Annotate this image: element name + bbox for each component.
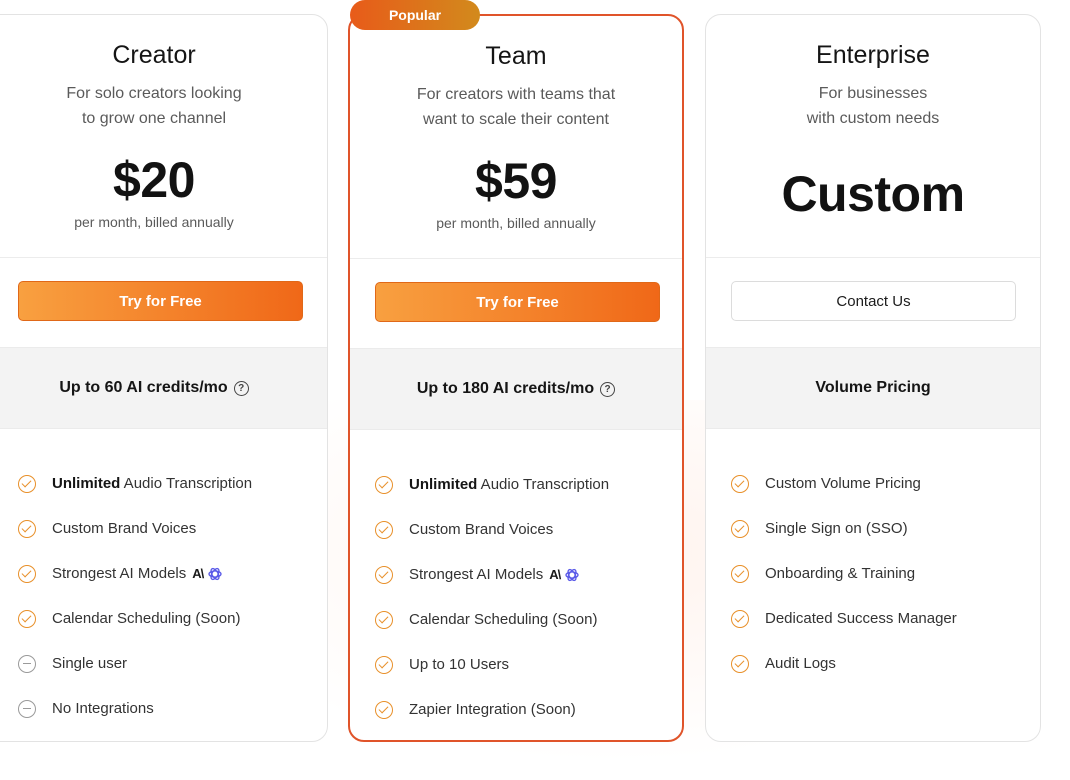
check-circle-icon xyxy=(375,610,393,629)
plan-card-team: Popular Team For creators with teams tha… xyxy=(348,0,684,742)
plan-name: Team xyxy=(485,42,547,70)
plan-description-line: to grow one channel xyxy=(81,110,227,127)
feature-bold: Unlimited xyxy=(52,475,121,492)
feature-item: Single user xyxy=(0,641,327,686)
feature-item: Zapier Integration (Soon) xyxy=(350,687,682,732)
divider xyxy=(0,257,327,258)
minus-circle-icon xyxy=(18,654,36,673)
feature-item: Strongest AI Models A\ xyxy=(0,551,327,596)
feature-item: Single Sign on (SSO) xyxy=(706,506,1040,551)
feature-text: Custom Brand Voices xyxy=(409,521,554,538)
check-circle-icon xyxy=(731,654,749,673)
check-circle-icon xyxy=(731,609,749,628)
feature-item: Up to 10 Users xyxy=(350,642,682,687)
credits-label: Up to 60 AI credits/mo xyxy=(59,379,228,396)
check-circle-icon xyxy=(375,520,393,539)
feature-text: Calendar Scheduling (Soon) xyxy=(52,610,241,627)
credits-label: Up to 180 AI credits/mo xyxy=(416,380,595,397)
divider xyxy=(706,257,1040,258)
openai-logo-icon xyxy=(208,567,222,580)
credits-banner: Up to 60 AI credits/mo ? xyxy=(0,347,327,429)
price-note: per month, billed annually xyxy=(436,215,596,231)
plan-description: For creators with teams that want to sca… xyxy=(380,82,652,132)
plan-description: For businesses with custom needs xyxy=(736,81,1010,131)
plan-description-line: with custom needs xyxy=(806,110,940,127)
model-icons: A\ xyxy=(549,567,580,583)
feature-text: Zapier Integration (Soon) xyxy=(409,701,576,718)
credits-label: Volume Pricing xyxy=(815,379,931,396)
divider xyxy=(350,258,682,259)
feature-text: Strongest AI Models xyxy=(409,566,544,583)
try-for-free-button[interactable]: Try for Free xyxy=(18,281,303,321)
feature-text: Onboarding & Training xyxy=(765,565,916,582)
minus-circle-icon xyxy=(18,699,36,718)
feature-list: Custom Volume Pricing Single Sign on (SS… xyxy=(706,461,1040,686)
feature-text: Strongest AI Models xyxy=(52,565,187,582)
plan-name: Enterprise xyxy=(816,41,930,69)
feature-bold: Unlimited xyxy=(409,476,478,493)
question-circle-icon[interactable]: ? xyxy=(600,381,616,397)
feature-text: No Integrations xyxy=(52,700,154,717)
plan-card-creator: Creator For solo creators looking to gro… xyxy=(0,14,328,742)
feature-text: Custom Volume Pricing xyxy=(765,475,921,492)
try-for-free-button[interactable]: Try for Free xyxy=(375,282,660,322)
check-circle-icon xyxy=(18,564,36,583)
check-circle-icon xyxy=(731,564,749,583)
feature-item: Calendar Scheduling (Soon) xyxy=(350,597,682,642)
feature-text: Audio Transcription xyxy=(477,476,610,493)
openai-logo-icon xyxy=(565,568,579,581)
feature-item: Audit Logs xyxy=(706,641,1040,686)
plan-description-line: For creators with teams that xyxy=(416,86,616,103)
feature-item: Calendar Scheduling (Soon) xyxy=(0,596,327,641)
check-circle-icon xyxy=(375,565,393,584)
plan-description-line: For solo creators looking xyxy=(66,85,242,102)
feature-item: Unlimited Audio Transcription xyxy=(350,462,682,507)
feature-item: No Integrations xyxy=(0,686,327,731)
model-icons: A\ xyxy=(192,566,223,582)
check-circle-icon xyxy=(375,475,393,494)
plan-description-line: For businesses xyxy=(818,85,928,102)
feature-text: Calendar Scheduling (Soon) xyxy=(409,611,598,628)
price-note: per month, billed annually xyxy=(74,214,234,230)
anthropic-logo-icon: A\ xyxy=(549,567,561,582)
feature-text: Up to 10 Users xyxy=(409,656,510,673)
feature-item: Dedicated Success Manager xyxy=(706,596,1040,641)
feature-item: Unlimited Audio Transcription xyxy=(0,461,327,506)
credits-banner: Up to 180 AI credits/mo ? xyxy=(350,348,682,430)
check-circle-icon xyxy=(18,474,36,493)
plan-price: Custom xyxy=(781,166,965,222)
plan-description: For solo creators looking to grow one ch… xyxy=(11,81,297,131)
plan-header: Creator For solo creators looking to gro… xyxy=(0,15,327,257)
feature-item: Custom Brand Voices xyxy=(350,507,682,552)
plan-header: Team For creators with teams that want t… xyxy=(350,16,682,258)
contact-us-button[interactable]: Contact Us xyxy=(731,281,1016,321)
anthropic-logo-icon: A\ xyxy=(192,566,204,581)
plan-price: $59 xyxy=(475,153,557,209)
feature-item: Strongest AI Models A\ xyxy=(350,552,682,597)
check-circle-icon xyxy=(731,519,749,538)
check-circle-icon xyxy=(375,655,393,674)
feature-text: Single user xyxy=(52,655,128,672)
plan-description-line: want to scale their content xyxy=(423,111,609,128)
check-circle-icon xyxy=(375,700,393,719)
question-circle-icon[interactable]: ? xyxy=(233,380,249,396)
check-circle-icon xyxy=(18,519,36,538)
plan-header: Enterprise For businesses with custom ne… xyxy=(706,15,1040,257)
feature-item: Custom Brand Voices xyxy=(0,506,327,551)
feature-item: Custom Volume Pricing xyxy=(706,461,1040,506)
feature-list: Unlimited Audio Transcription Custom Bra… xyxy=(0,461,327,731)
feature-text: Audit Logs xyxy=(765,655,836,672)
plan-price: $20 xyxy=(113,152,195,208)
feature-text: Single Sign on (SSO) xyxy=(765,520,908,537)
plan-card-enterprise: Enterprise For businesses with custom ne… xyxy=(705,14,1041,742)
feature-list: Unlimited Audio Transcription Custom Bra… xyxy=(350,462,682,732)
plan-name: Creator xyxy=(112,41,196,69)
feature-item: Onboarding & Training xyxy=(706,551,1040,596)
credits-banner: Volume Pricing xyxy=(706,347,1040,429)
feature-text: Dedicated Success Manager xyxy=(765,610,957,627)
feature-text: Audio Transcription xyxy=(120,475,253,492)
check-circle-icon xyxy=(18,609,36,628)
check-circle-icon xyxy=(731,474,749,493)
feature-text: Custom Brand Voices xyxy=(52,520,197,537)
